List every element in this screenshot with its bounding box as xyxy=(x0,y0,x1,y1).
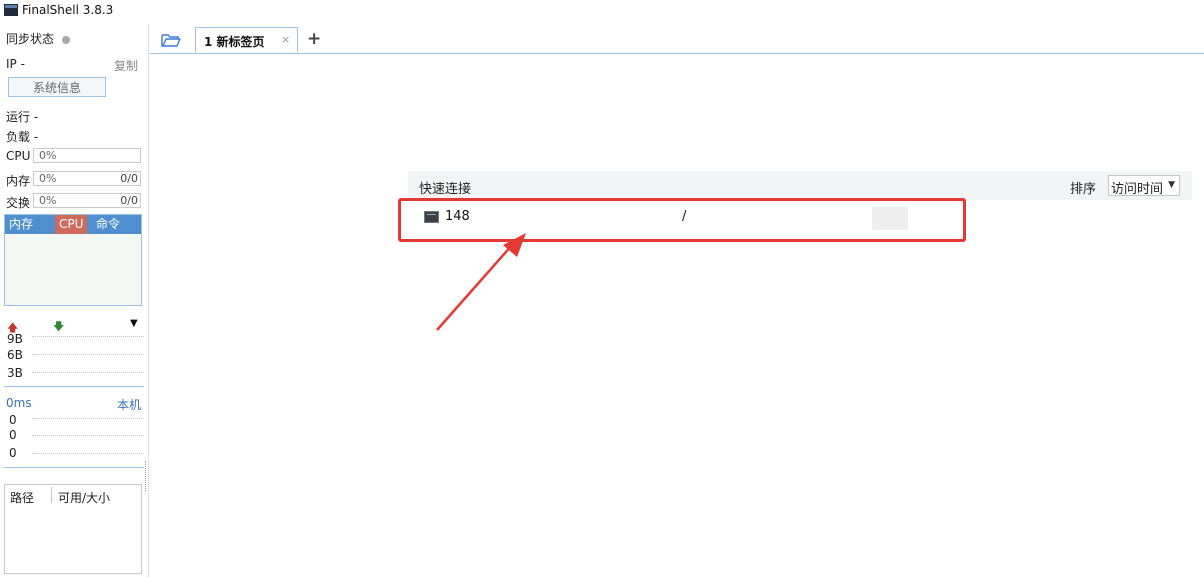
sort-select[interactable]: 访问时间 ▼ xyxy=(1108,175,1180,197)
ping-target-link[interactable]: 本机 xyxy=(117,396,141,413)
ip-value: - xyxy=(20,57,25,71)
system-info-button[interactable]: 系统信息 xyxy=(8,77,106,97)
uptime-row: 运行 - xyxy=(6,108,38,125)
network-gridline xyxy=(32,336,144,337)
cpu-label: CPU xyxy=(6,149,31,163)
disk-panel: 路径 可用/大小 xyxy=(4,484,142,574)
memory-label: 内存 xyxy=(6,174,31,188)
uptime-value: - xyxy=(33,110,39,124)
sort-select-value: 访问时间 xyxy=(1111,182,1164,197)
add-tab-button[interactable]: + xyxy=(307,29,321,49)
swap-label: 交换 xyxy=(6,196,31,210)
process-tab-memory[interactable]: 内存 xyxy=(5,215,37,234)
ping-panel-border xyxy=(4,467,144,468)
sync-status-dot-icon xyxy=(62,35,71,44)
tab-label: 1 新标签页 xyxy=(204,35,265,49)
sidebar: 同步状态 IP - 复制 系统信息 运行 - 负载 - CPU 0% 内存 0%… xyxy=(0,24,147,577)
title-bar: FinalShell 3.8.3 xyxy=(0,0,1204,22)
process-panel: 内存 CPU 命令 xyxy=(4,214,142,306)
ping-gridline xyxy=(32,418,144,419)
quick-connect-title: 快速连接 xyxy=(419,182,472,197)
sync-status-label: 同步状态 xyxy=(6,32,55,46)
cpu-meter: 0% xyxy=(33,148,141,163)
finalshell-app-icon xyxy=(4,4,18,16)
load-row: 负载 - xyxy=(6,128,38,145)
load-value: - xyxy=(33,130,39,144)
network-panel-border xyxy=(4,386,144,387)
cpu-percent: 0% xyxy=(39,149,57,162)
annotation-arrow xyxy=(436,233,526,331)
network-scale-high: 9B xyxy=(7,332,23,346)
memory-percent: 0% xyxy=(39,172,57,185)
ping-value: 0 xyxy=(9,446,17,460)
tab-close-icon[interactable]: × xyxy=(281,33,290,46)
sort-label: 排序 xyxy=(1070,182,1097,197)
disk-column-path[interactable]: 路径 xyxy=(10,489,34,506)
network-interface-dropdown-icon[interactable]: ▼ xyxy=(130,318,138,329)
process-tabs: 内存 CPU 命令 xyxy=(5,215,141,234)
chevron-down-icon: ▼ xyxy=(1168,180,1175,190)
ping-value: 0 xyxy=(9,413,17,427)
ip-label: IP xyxy=(6,57,17,71)
swap-ratio: 0/0 xyxy=(120,194,138,207)
network-gridline xyxy=(32,372,144,373)
uptime-label: 运行 xyxy=(6,110,31,124)
process-tab-cpu[interactable]: CPU xyxy=(55,215,88,234)
ping-value: 0 xyxy=(9,428,17,442)
disk-column-size[interactable]: 可用/大小 xyxy=(58,489,110,506)
network-scale-mid: 6B xyxy=(7,348,23,362)
memory-meter: 0% 0/0 xyxy=(33,171,141,186)
quick-connect-header: 快速连接 排序 访问时间 ▼ xyxy=(408,171,1192,200)
ip-row: IP - xyxy=(6,57,25,71)
sidebar-divider xyxy=(148,24,149,577)
annotation-highlight-box xyxy=(398,198,966,242)
copy-ip-link[interactable]: 复制 xyxy=(114,57,138,74)
ping-latency: 0ms xyxy=(6,396,32,410)
swap-percent: 0% xyxy=(39,194,57,207)
tab-bar: 1 新标签页 × + xyxy=(150,27,1204,54)
network-scale-low: 3B xyxy=(7,366,23,380)
process-tab-command[interactable]: 命令 xyxy=(92,215,124,234)
sync-status: 同步状态 xyxy=(6,30,71,47)
tab-new-tab[interactable]: 1 新标签页 × xyxy=(195,27,298,53)
network-gridline xyxy=(32,354,144,355)
ping-gridline xyxy=(32,435,144,436)
disk-column-divider xyxy=(51,487,52,503)
window-title: FinalShell 3.8.3 xyxy=(22,3,114,17)
folder-open-icon[interactable] xyxy=(161,32,181,48)
memory-ratio: 0/0 xyxy=(120,172,138,185)
swap-meter: 0% 0/0 xyxy=(33,193,141,208)
network-panel: 🡅 🡇 ▼ 9B 6B 3B xyxy=(4,318,144,388)
download-arrow-icon: 🡇 xyxy=(53,320,65,333)
load-label: 负载 xyxy=(6,130,31,144)
ping-gridline xyxy=(32,453,144,454)
